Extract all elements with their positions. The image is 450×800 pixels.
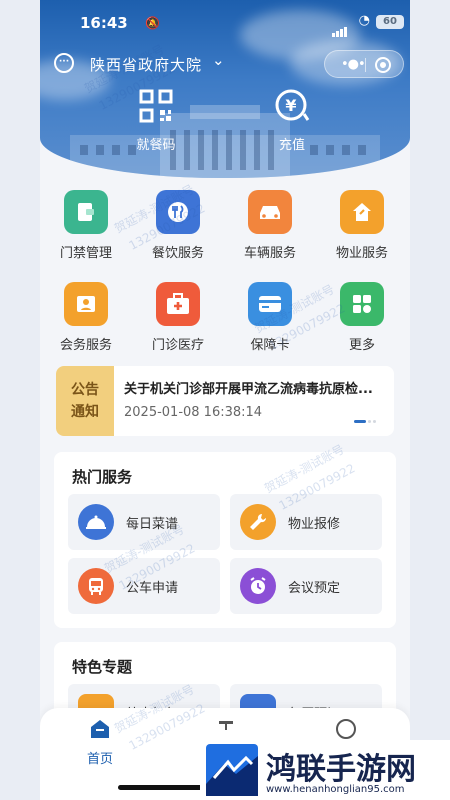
service-property-repair[interactable]: 物业报修 — [230, 494, 382, 550]
close-target-icon[interactable] — [375, 57, 391, 73]
grid-item-access-control[interactable]: 门禁管理 — [40, 190, 132, 261]
grid-item-conference[interactable]: 会务服务 — [40, 282, 132, 353]
grid-item-property[interactable]: 物业服务 — [316, 190, 408, 261]
notice-tag-line1: 公告 — [71, 382, 99, 398]
grid-item-label: 门诊医疗 — [151, 338, 204, 353]
location-bar: ··· 陕西省政府大院 ⌄ •●• — [40, 50, 410, 78]
miniprogram-capsule: •●• — [324, 50, 404, 78]
header-banner: 16:43 🔕 ◔ 60 ··· 陕西省政府大院 ⌄ •●• 就餐码 ¥ 充值 — [40, 0, 410, 178]
medical-kit-icon — [156, 282, 200, 326]
recharge-label: 充值 — [278, 138, 305, 153]
apps-grid-icon — [340, 282, 384, 326]
person-board-icon — [64, 282, 108, 326]
location-name[interactable]: 陕西省政府大院 — [90, 54, 202, 75]
yen-coin-icon: ¥ — [275, 89, 310, 121]
service-desk-icon — [219, 721, 233, 730]
bus-icon — [78, 568, 114, 604]
recharge-button[interactable]: ¥ 充值 — [252, 88, 332, 153]
grid-item-label: 会务服务 — [59, 338, 112, 353]
status-time: 16:43 — [80, 14, 128, 32]
credit-card-icon — [248, 282, 292, 326]
site-logo-url: www.henanhonglian95.com — [266, 784, 405, 795]
meal-code-label: 就餐码 — [136, 138, 176, 153]
site-logo-name: 鸿联手游网 — [266, 752, 416, 787]
qr-code-icon — [139, 89, 173, 123]
service-label: 公车申请 — [126, 581, 179, 596]
meal-code-button[interactable]: 就餐码 — [116, 88, 196, 153]
grid-item-label: 门禁管理 — [59, 246, 112, 261]
service-label: 物业报修 — [288, 517, 341, 532]
grid-item-label: 物业服务 — [335, 246, 388, 261]
tab-home-label: 首页 — [86, 752, 113, 767]
fork-knife-icon — [156, 190, 200, 234]
grid-item-label: 餐饮服务 — [151, 246, 204, 261]
capsule-divider — [365, 58, 366, 72]
service-label: 每日菜谱 — [126, 517, 179, 532]
site-logo-mark — [206, 744, 258, 796]
carousel-indicator — [352, 411, 376, 430]
wrench-icon — [240, 504, 276, 540]
app-screen: 16:43 🔕 ◔ 60 ··· 陕西省政府大院 ⌄ •●• 就餐码 ¥ 充值 … — [40, 0, 410, 800]
battery-icon: 60 — [376, 15, 404, 29]
signal-icon — [332, 18, 348, 37]
cloche-icon — [78, 504, 114, 540]
alarm-clock-icon — [240, 568, 276, 604]
notice-date: 2025-01-08 16:38:14 — [124, 405, 263, 420]
grid-item-more[interactable]: 更多 — [316, 282, 408, 353]
grid-item-label: 车辆服务 — [243, 246, 296, 261]
access-card-icon — [64, 190, 108, 234]
grid-item-vehicle[interactable]: 车辆服务 — [224, 190, 316, 261]
house-wrench-icon — [340, 190, 384, 234]
grid-item-catering[interactable]: 餐饮服务 — [132, 190, 224, 261]
status-bar: 16:43 🔕 ◔ 60 — [40, 0, 410, 46]
car-icon — [248, 190, 292, 234]
mute-bell-icon: 🔕 — [145, 16, 160, 30]
hot-services-card: 热门服务 每日菜谱 物业报修 公车申请 会议预定 — [54, 452, 396, 628]
message-icon[interactable]: ··· — [54, 53, 74, 73]
service-label: 会议预定 — [288, 581, 341, 596]
more-dots-icon[interactable]: •●• — [341, 57, 366, 72]
hot-services-title: 热门服务 — [65, 468, 133, 486]
service-daily-menu[interactable]: 每日菜谱 — [68, 494, 220, 550]
grid-item-security-card[interactable]: 保障卡 — [224, 282, 316, 353]
grid-item-clinic[interactable]: 门诊医疗 — [132, 282, 224, 353]
grid-item-label: 保障卡 — [250, 338, 290, 353]
smile-icon — [336, 719, 356, 739]
chevron-down-icon[interactable]: ⌄ — [212, 51, 225, 69]
notice-tag-line2: 通知 — [71, 404, 99, 420]
service-meeting-booking[interactable]: 会议预定 — [230, 558, 382, 614]
grid-item-label: 更多 — [348, 338, 375, 353]
home-icon — [91, 720, 109, 738]
special-topics-title: 特色专题 — [65, 658, 133, 676]
site-logo: 鸿联手游网 www.henanhonglian95.com — [200, 740, 450, 800]
service-bus-request[interactable]: 公车申请 — [68, 558, 220, 614]
notice-tag: 公告 通知 — [56, 366, 114, 436]
wifi-icon: ◔ — [358, 13, 370, 28]
tab-home[interactable]: 首页 — [70, 718, 130, 767]
notice-banner[interactable]: 公告 通知 关于机关门诊部开展甲流乙流病毒抗原检... 2025-01-08 1… — [56, 366, 394, 436]
notice-title: 关于机关门诊部开展甲流乙流病毒抗原检... — [124, 382, 373, 397]
svg-text:¥: ¥ — [285, 96, 296, 115]
